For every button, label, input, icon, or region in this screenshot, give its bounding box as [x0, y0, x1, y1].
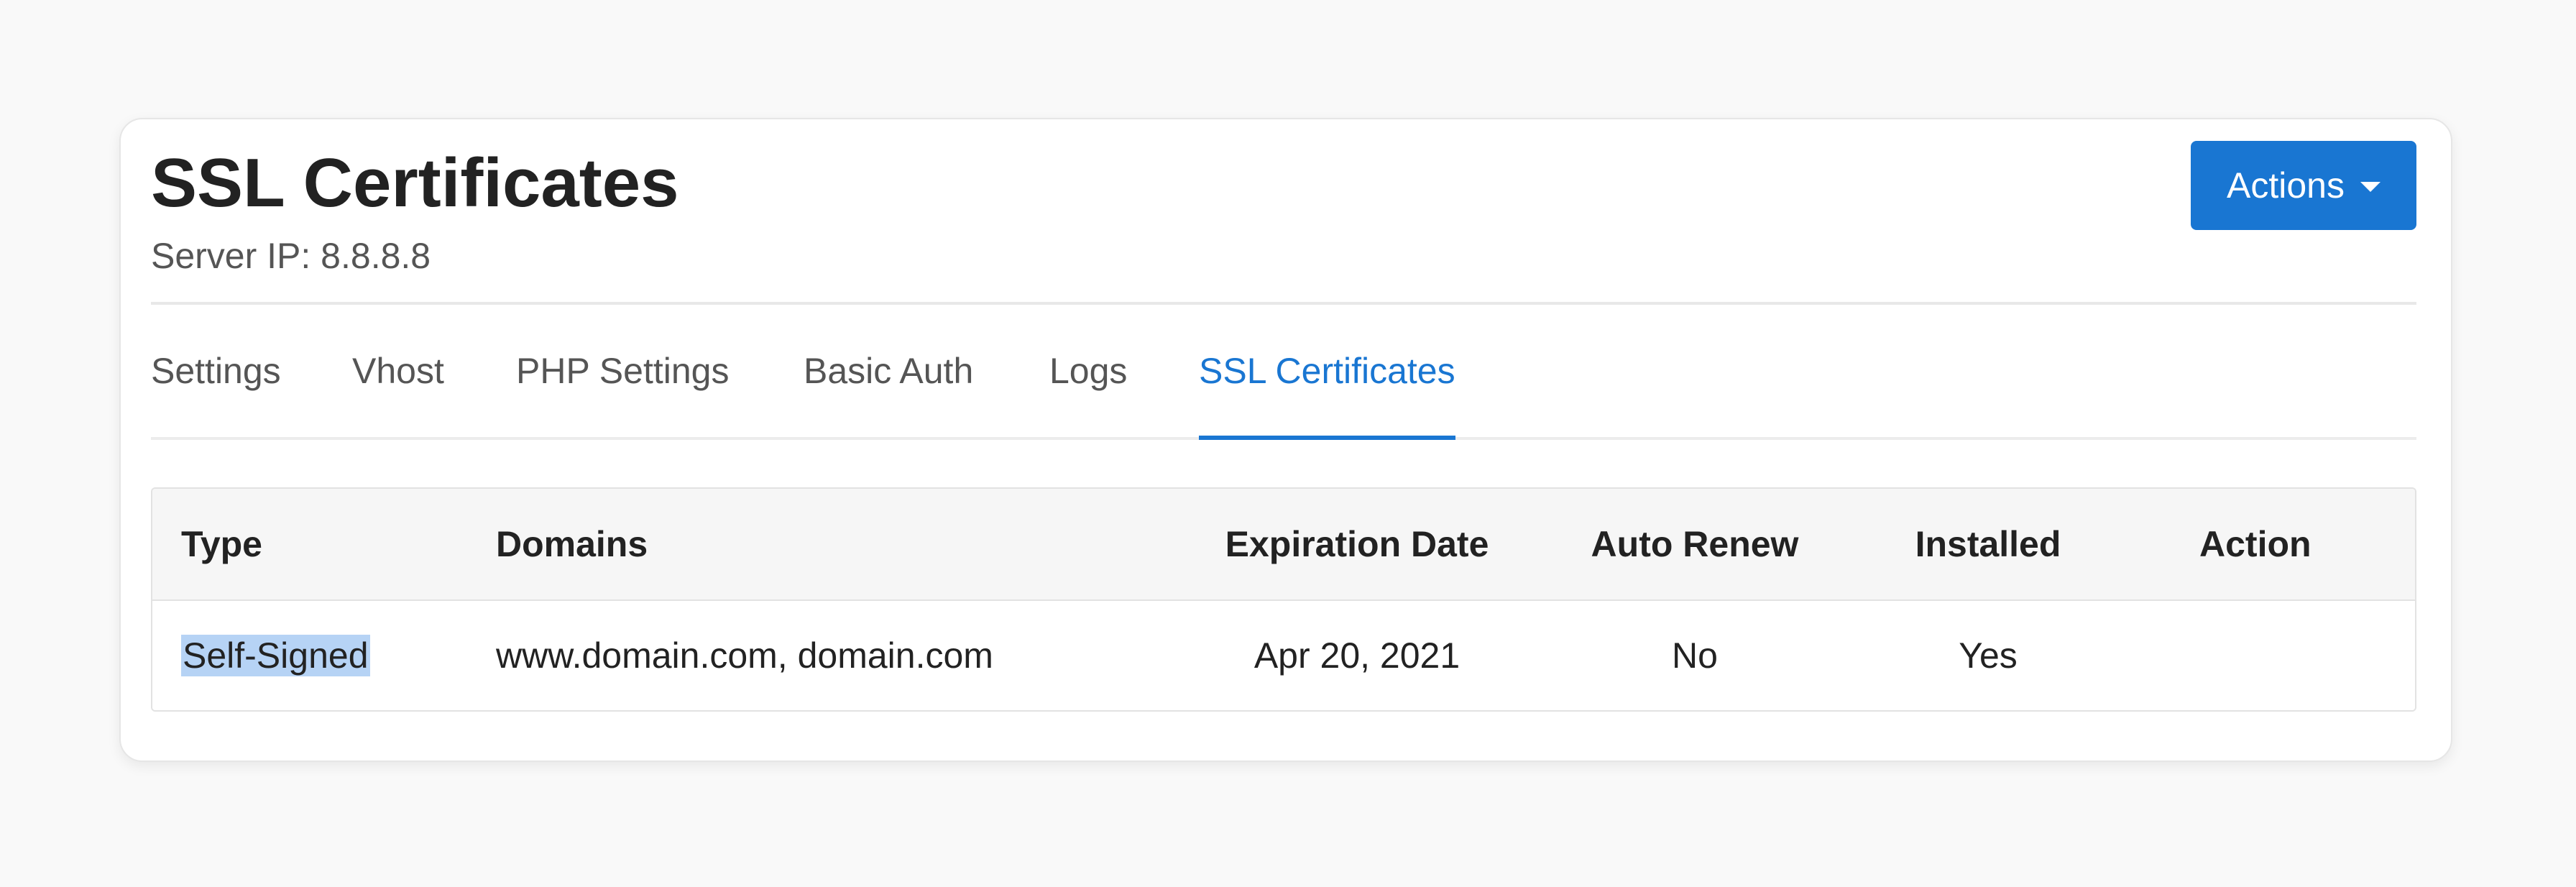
column-header-domains: Domains: [496, 524, 648, 564]
table-header: Type Domains Expiration Date Auto Renew …: [152, 489, 2415, 601]
certificate-installed: Yes: [1959, 635, 2018, 676]
certificate-type-cell: Self-Signed: [181, 601, 370, 710]
column-header-auto-renew: Auto Renew: [1591, 524, 1799, 564]
actions-label: Actions: [2227, 165, 2345, 206]
tab-ssl-certificates[interactable]: SSL Certificates: [1199, 305, 1455, 440]
caret-down-icon: [2360, 182, 2380, 192]
server-ip: Server IP: 8.8.8.8: [151, 236, 431, 276]
tab-basic-auth[interactable]: Basic Auth: [804, 305, 973, 437]
column-header-action: Action: [2199, 524, 2312, 564]
tab-settings[interactable]: Settings: [151, 305, 281, 437]
certificates-table: Type Domains Expiration Date Auto Renew …: [151, 487, 2416, 712]
tab-php-settings[interactable]: PHP Settings: [516, 305, 729, 437]
tab-logs[interactable]: Logs: [1049, 305, 1127, 437]
ssl-certificates-card: SSL Certificates Server IP: 8.8.8.8 Acti…: [119, 118, 2452, 762]
certificate-auto-renew: No: [1672, 635, 1718, 676]
certificate-domains: www.domain.com, domain.com: [496, 635, 993, 676]
column-header-expiration-date: Expiration Date: [1225, 524, 1489, 564]
actions-button[interactable]: Actions: [2191, 141, 2416, 230]
column-header-type: Type: [181, 524, 262, 564]
certificate-type[interactable]: Self-Signed: [181, 635, 370, 676]
page-title: SSL Certificates: [151, 144, 679, 221]
column-header-installed: Installed: [1915, 524, 2061, 564]
table-row: Self-Signed www.domain.com, domain.com A…: [152, 601, 2415, 710]
tab-vhost[interactable]: Vhost: [352, 305, 444, 437]
tab-bar: Settings Vhost PHP Settings Basic Auth L…: [151, 305, 2416, 440]
certificate-expiration-date: Apr 20, 2021: [1254, 635, 1460, 676]
